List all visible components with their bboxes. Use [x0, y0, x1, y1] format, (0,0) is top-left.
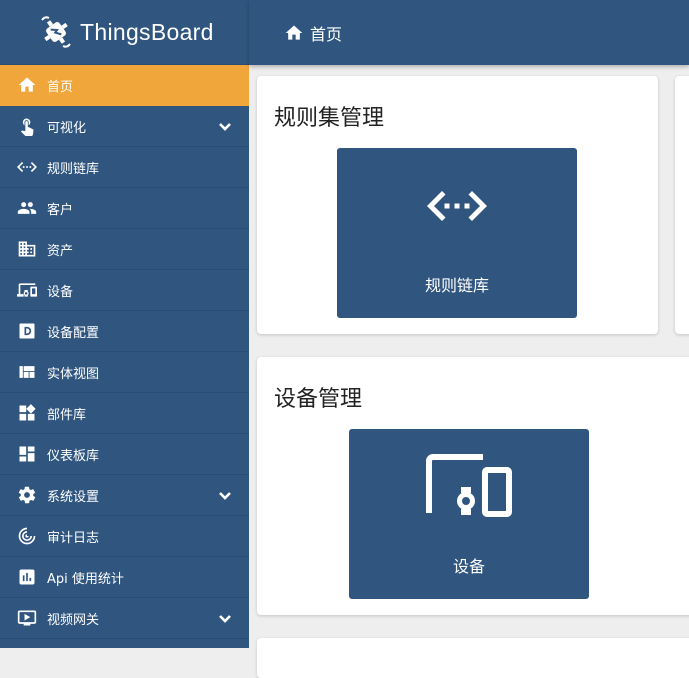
rule-chain-management-card: 规则集管理 规则链库	[257, 76, 658, 334]
customers-icon	[16, 197, 38, 219]
home-icon[interactable]	[284, 23, 304, 43]
top-toolbar: 首页	[249, 0, 689, 65]
card-title: 设备管理	[274, 387, 363, 412]
rule-chain-icon	[427, 191, 487, 221]
sidebar-item-visualization[interactable]: 可视化	[0, 106, 249, 147]
thingsboard-logo-icon	[41, 16, 71, 48]
sidebar-item-home[interactable]: 首页	[0, 65, 249, 106]
sidebar-item-widgets[interactable]: 部件库	[0, 393, 249, 434]
device-management-card: 设备管理 设备	[257, 357, 689, 615]
sidebar: ThingsBoard 首页 可视化 规则链库 客户 资产 设备 设备配置 实体…	[0, 0, 249, 648]
assets-icon	[16, 238, 38, 260]
sidebar-item-label: 审计日志	[47, 530, 100, 546]
card-partial-bottom	[257, 638, 689, 678]
sidebar-item-assets[interactable]: 资产	[0, 229, 249, 270]
rule-chain-icon	[16, 156, 38, 178]
tile-label: 设备	[452, 557, 485, 576]
sidebar-item-devices[interactable]: 设备	[0, 270, 249, 311]
sidebar-item-label: Api 使用统计	[47, 571, 124, 587]
card-title: 规则集管理	[274, 106, 385, 131]
rule-chains-tile[interactable]: 规则链库	[337, 148, 577, 318]
sidebar-item-api-usage[interactable]: Api 使用统计	[0, 557, 249, 598]
touch-icon	[16, 115, 38, 137]
dashboard-icon	[16, 443, 38, 465]
gear-icon	[16, 484, 38, 506]
audit-log-icon	[16, 525, 38, 547]
devices-tile[interactable]: 设备	[349, 429, 589, 599]
sidebar-item-system-settings[interactable]: 系统设置	[0, 475, 249, 516]
sidebar-item-label: 设备	[47, 284, 74, 300]
tile-label: 规则链库	[424, 276, 489, 295]
sidebar-item-label: 可视化	[47, 120, 87, 136]
devices-icon	[426, 454, 512, 517]
breadcrumb-home[interactable]: 首页	[310, 21, 342, 45]
entity-view-icon	[16, 361, 38, 383]
device-profile-icon	[16, 320, 38, 342]
home-icon	[16, 74, 38, 96]
api-usage-icon	[16, 566, 38, 588]
video-icon	[16, 607, 38, 629]
chevron-down-icon[interactable]	[217, 118, 233, 134]
sidebar-item-customers[interactable]: 客户	[0, 188, 249, 229]
sidebar-item-label: 部件库	[47, 407, 87, 423]
brand-name: ThingsBoard	[80, 18, 214, 45]
sidebar-item-label: 实体视图	[47, 366, 100, 382]
sidebar-item-device-profiles[interactable]: 设备配置	[0, 311, 249, 352]
sidebar-menu: 首页 可视化 规则链库 客户 资产 设备 设备配置 实体视图 部件库 仪表板库 …	[0, 65, 249, 639]
devices-icon	[16, 279, 38, 301]
card-partial-right	[675, 76, 689, 334]
chevron-down-icon[interactable]	[217, 610, 233, 626]
sidebar-item-label: 视频网关	[47, 612, 100, 628]
sidebar-item-label: 首页	[47, 79, 74, 95]
sidebar-item-label: 设备配置	[47, 325, 100, 341]
sidebar-item-audit-logs[interactable]: 审计日志	[0, 516, 249, 557]
sidebar-item-video-gateway[interactable]: 视频网关	[0, 598, 249, 639]
brand-header[interactable]: ThingsBoard	[0, 0, 249, 65]
sidebar-item-label: 客户	[47, 202, 74, 218]
sidebar-item-label: 系统设置	[47, 489, 100, 505]
sidebar-item-label: 资产	[47, 243, 74, 259]
sidebar-item-entity-views[interactable]: 实体视图	[0, 352, 249, 393]
sidebar-item-label: 规则链库	[47, 161, 100, 177]
sidebar-item-dashboards[interactable]: 仪表板库	[0, 434, 249, 475]
widgets-icon	[16, 402, 38, 424]
sidebar-item-rule-chains[interactable]: 规则链库	[0, 147, 249, 188]
sidebar-item-label: 仪表板库	[47, 448, 100, 464]
chevron-down-icon[interactable]	[217, 487, 233, 503]
